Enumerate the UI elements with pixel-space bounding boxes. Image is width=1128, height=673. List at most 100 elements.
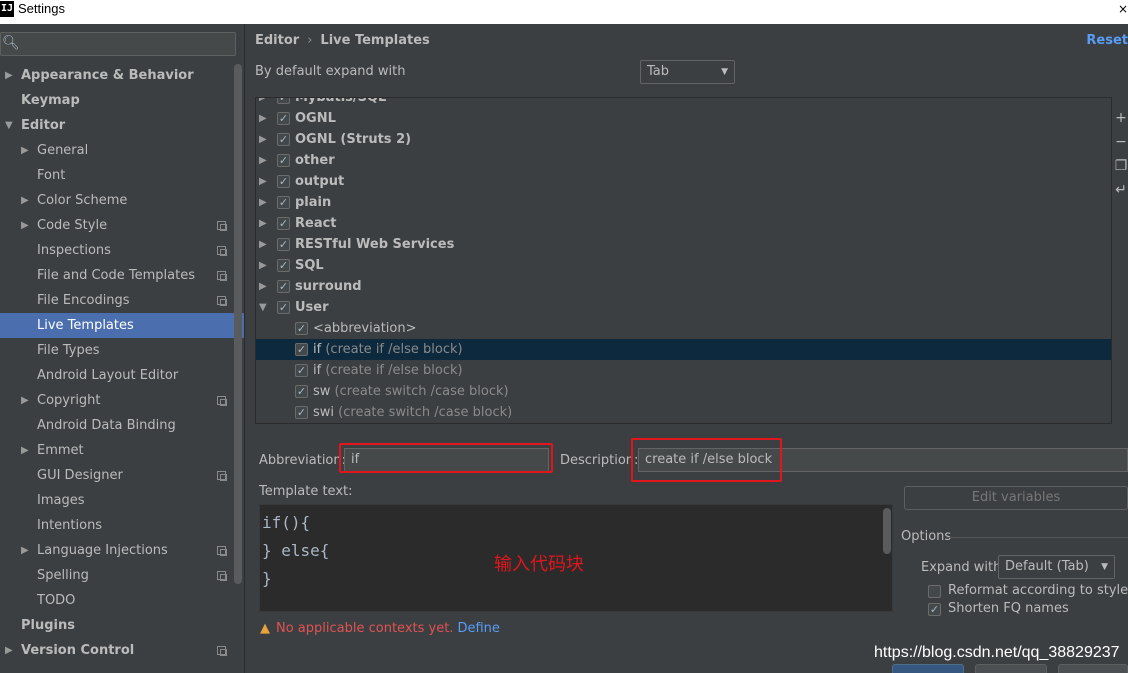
template-checkbox[interactable]: ✓ (277, 133, 290, 146)
default-expand-select[interactable]: Tab ▼ (640, 60, 735, 84)
sidebar-item-keymap[interactable]: Keymap (0, 88, 244, 113)
sidebar-item-version-control[interactable]: ▶ Version Control (0, 638, 244, 663)
sidebar-item-emmet[interactable]: ▶ Emmet (0, 438, 244, 463)
sidebar-item-code-style[interactable]: ▶ Code Style (0, 213, 244, 238)
template-group-row[interactable]: ▶ ✓ surround (256, 276, 1111, 297)
template-checkbox[interactable]: ✓ (277, 217, 290, 230)
copy-icon[interactable]: ❐ (1114, 154, 1128, 178)
template-checkbox[interactable]: ✓ (295, 385, 308, 398)
cancel-button[interactable] (975, 664, 1047, 673)
add-icon[interactable]: + (1114, 106, 1128, 130)
template-item-label: sw (create switch /case block) (313, 381, 509, 402)
sidebar-item-plugins[interactable]: Plugins (0, 613, 244, 638)
chevron-right-icon[interactable]: ▶ (5, 63, 13, 88)
template-row[interactable]: ✓ <abbreviation> (256, 318, 1111, 339)
project-settings-icon (217, 471, 227, 481)
template-group-row[interactable]: ▶ ✓ other (256, 150, 1111, 171)
template-group-row[interactable]: ▶ ✓ Mybatis/SQL (256, 98, 1111, 108)
template-group-row[interactable]: ▶ ✓ OGNL (256, 108, 1111, 129)
sidebar-item-color-scheme[interactable]: ▶ Color Scheme (0, 188, 244, 213)
edit-variables-button[interactable]: Edit variables (904, 486, 1128, 510)
template-row[interactable]: ✓ swi (create switch /case block) (256, 402, 1111, 423)
sidebar-item-copyright[interactable]: ▶ Copyright (0, 388, 244, 413)
sidebar-item-file-and-code-templates[interactable]: File and Code Templates (0, 263, 244, 288)
template-checkbox[interactable]: ✓ (277, 196, 290, 209)
shorten-checkbox[interactable]: ✓ (928, 603, 941, 616)
chevron-right-icon[interactable]: ▶ (259, 129, 267, 150)
template-checkbox[interactable]: ✓ (295, 343, 308, 356)
sidebar-item-todo[interactable]: TODO (0, 588, 244, 613)
sidebar-item-live-templates[interactable]: Live Templates (0, 313, 244, 338)
template-group-row[interactable]: ▼ ✓ User (256, 297, 1111, 318)
template-checkbox[interactable]: ✓ (295, 406, 308, 419)
sidebar-scrollbar[interactable] (234, 64, 242, 584)
template-group-row[interactable]: ▶ ✓ plain (256, 192, 1111, 213)
template-checkbox[interactable]: ✓ (295, 322, 308, 335)
template-abbreviation: sw (313, 384, 331, 399)
chevron-right-icon[interactable]: ▶ (259, 108, 267, 129)
sidebar-item-language-injections[interactable]: ▶ Language Injections (0, 538, 244, 563)
chevron-right-icon[interactable]: ▶ (21, 213, 29, 238)
expand-with-select[interactable]: Default (Tab) ▼ (998, 555, 1115, 579)
chevron-right-icon[interactable]: ▶ (5, 638, 13, 663)
templates-tree: ✓ swi (create switch /case block) ✓ sw (cre… (255, 97, 1112, 424)
template-text-scrollbar[interactable] (883, 508, 891, 554)
chevron-right-icon[interactable]: ▶ (259, 234, 267, 255)
template-row[interactable]: ✓ if (create if /else block) (256, 360, 1111, 381)
template-group-row[interactable]: ▶ ✓ SQL (256, 255, 1111, 276)
template-checkbox[interactable]: ✓ (277, 259, 290, 272)
sidebar-item-spelling[interactable]: Spelling (0, 563, 244, 588)
sidebar-item-file-types[interactable]: File Types (0, 338, 244, 363)
sidebar-item-editor[interactable]: ▼ Editor (0, 113, 244, 138)
sidebar-item-android-data-binding[interactable]: Android Data Binding (0, 413, 244, 438)
chevron-right-icon[interactable]: ▶ (21, 188, 29, 213)
chevron-right-icon[interactable]: ▶ (259, 171, 267, 192)
template-checkbox[interactable]: ✓ (277, 301, 290, 314)
template-group-row[interactable]: ▶ ✓ React (256, 213, 1111, 234)
restore-icon[interactable]: ↵ (1114, 178, 1128, 202)
chevron-right-icon[interactable]: ▶ (259, 255, 267, 276)
reformat-checkbox[interactable] (928, 585, 941, 598)
apply-button[interactable] (1058, 664, 1128, 673)
sidebar-item-general[interactable]: ▶ General (0, 138, 244, 163)
template-group-row[interactable]: ▶ ✓ output (256, 171, 1111, 192)
chevron-down-icon[interactable]: ▼ (259, 297, 267, 318)
template-group-row[interactable]: ▶ ✓ OGNL (Struts 2) (256, 129, 1111, 150)
ok-button[interactable] (892, 664, 964, 673)
sidebar-item-appearance-behavior[interactable]: ▶ Appearance & Behavior (0, 63, 244, 88)
template-row[interactable]: ✓ if (create if /else block) (256, 339, 1111, 360)
template-checkbox[interactable]: ✓ (277, 112, 290, 125)
template-checkbox[interactable]: ✓ (295, 364, 308, 377)
chevron-right-icon[interactable]: ▶ (259, 276, 267, 297)
description-label: Description: (560, 453, 639, 468)
chevron-right-icon[interactable]: ▶ (259, 192, 267, 213)
template-checkbox[interactable]: ✓ (277, 154, 290, 167)
template-row[interactable]: ✓ sw (create switch /case block) (256, 381, 1111, 402)
template-group-row[interactable]: ▶ ✓ RESTful Web Services (256, 234, 1111, 255)
sidebar-item-intentions[interactable]: Intentions (0, 513, 244, 538)
remove-icon[interactable]: − (1114, 130, 1128, 154)
reset-link[interactable]: Reset (1086, 33, 1128, 48)
close-icon[interactable]: × (1118, 2, 1128, 16)
chevron-right-icon[interactable]: ▶ (259, 150, 267, 171)
template-checkbox[interactable]: ✓ (277, 98, 290, 104)
chevron-right-icon[interactable]: ▶ (21, 538, 29, 563)
sidebar-item-android-layout-editor[interactable]: Android Layout Editor (0, 363, 244, 388)
define-link[interactable]: Define (457, 621, 499, 636)
template-checkbox[interactable]: ✓ (277, 175, 290, 188)
sidebar-item-file-encodings[interactable]: File Encodings (0, 288, 244, 313)
template-checkbox[interactable]: ✓ (277, 280, 290, 293)
templates-scrollbar[interactable] (1111, 327, 1112, 424)
template-checkbox[interactable]: ✓ (277, 238, 290, 251)
sidebar-item-font[interactable]: Font (0, 163, 244, 188)
sidebar-item-gui-designer[interactable]: GUI Designer (0, 463, 244, 488)
sidebar-item-inspections[interactable]: Inspections (0, 238, 244, 263)
chevron-right-icon[interactable]: ▶ (21, 438, 29, 463)
search-input[interactable]: 🔍︎ (0, 32, 236, 56)
chevron-down-icon[interactable]: ▼ (5, 113, 13, 138)
chevron-right-icon[interactable]: ▶ (259, 213, 267, 234)
chevron-right-icon[interactable]: ▶ (259, 98, 267, 108)
chevron-right-icon[interactable]: ▶ (21, 138, 29, 163)
chevron-right-icon[interactable]: ▶ (21, 388, 29, 413)
sidebar-item-images[interactable]: Images (0, 488, 244, 513)
